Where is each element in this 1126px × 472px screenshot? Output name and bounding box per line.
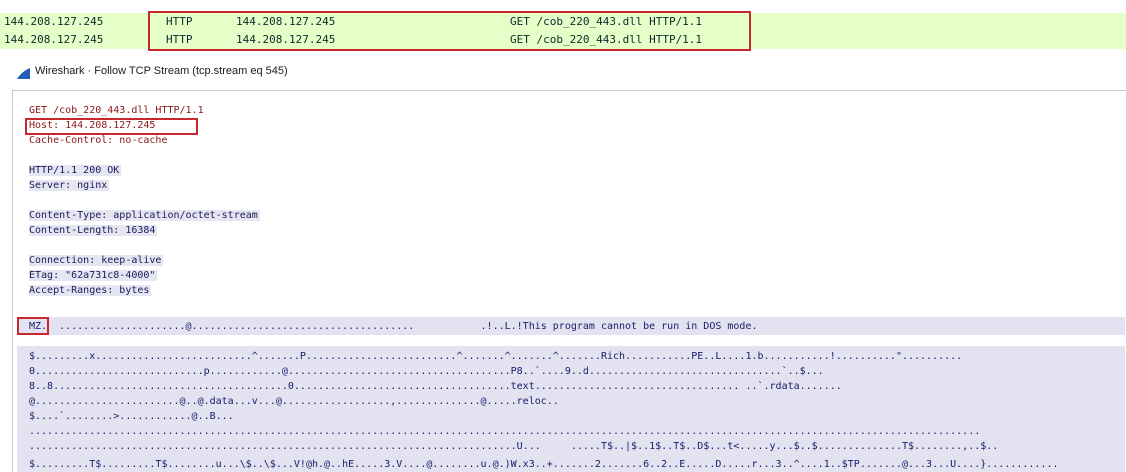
response-etag: ETag: "62a731c8-4000" [29,270,158,281]
response-accept-ranges: Accept-Ranges: bytes [29,285,152,296]
packet-source: 144.208.127.245 [4,15,104,28]
mz-header-line: MZ. .....................@..............… [29,321,758,332]
packet-info: GET /cob_220_443.dll HTTP/1.1 [510,15,703,28]
packet-row[interactable]: 144.208.127.245 HTTP 144.208.127.245 GET… [0,31,1126,49]
packet-source: 144.208.127.245 [4,33,104,46]
wireshark-fin-icon [16,65,31,84]
packet-destination: 144.208.127.245 [236,33,336,46]
request-line: GET /cob_220_443.dll HTTP/1.1 [29,105,204,116]
packet-info: GET /cob_220_443.dll HTTP/1.1 [510,33,703,46]
dump-line: $.........T$.........T$........u...\$..\… [29,459,1059,470]
packet-protocol: HTTP [166,15,193,28]
dump-line: $.........x..........................^..… [29,351,963,362]
packet-row[interactable]: 144.208.127.245 HTTP 144.208.127.245 GET… [0,13,1126,31]
packet-protocol: HTTP [166,33,193,46]
response-status: HTTP/1.1 200 OK [29,165,122,176]
dump-line: 0............................p..........… [29,366,824,377]
response-content-length: Content-Length: 16384 [29,225,158,236]
response-content-type: Content-Type: application/octet-stream [29,210,260,221]
dump-line: @........................@..@.data...v..… [29,396,559,407]
response-connection: Connection: keep-alive [29,255,164,266]
window-title-bar: Wireshark · Follow TCP Stream (tcp.strea… [0,58,1126,86]
request-cache-control: Cache-Control: no-cache [29,135,168,146]
dump-line: 8..8....................................… [29,381,842,392]
window-title: Wireshark · Follow TCP Stream (tcp.strea… [35,65,288,77]
dump-line: ........................................… [29,441,999,452]
tcp-stream-pane[interactable]: GET /cob_220_443.dll HTTP/1.1 Host: 144.… [12,90,1126,472]
dump-line: ........................................… [29,426,981,437]
response-server: Server: nginx [29,180,110,191]
packet-destination: 144.208.127.245 [236,15,336,28]
request-host: Host: 144.208.127.245 [29,120,156,131]
dump-line: $....`........>............@..B... [29,411,234,422]
